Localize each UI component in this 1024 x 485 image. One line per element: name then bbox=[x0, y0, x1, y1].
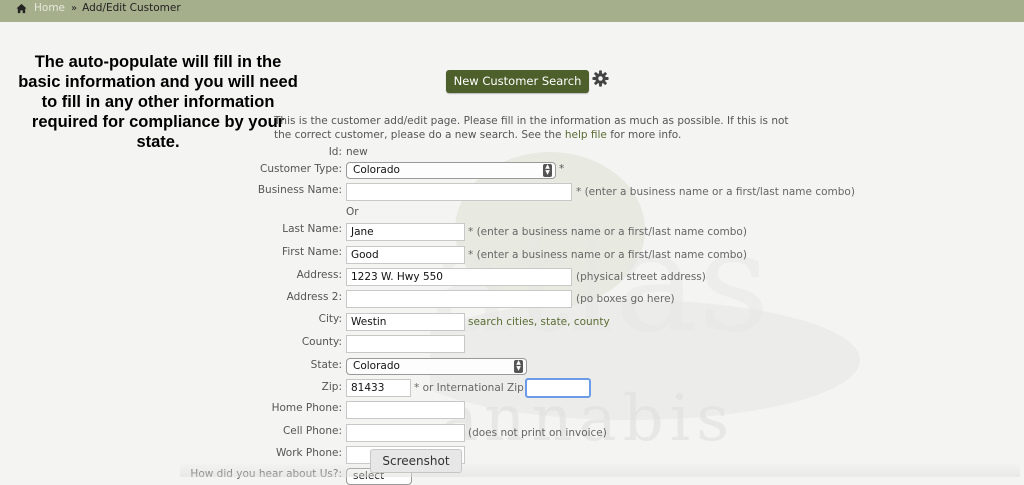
or-text: Or bbox=[346, 206, 359, 218]
business-name-hint: * (enter a business name or a first/last… bbox=[576, 186, 855, 198]
help-file-link[interactable]: help file bbox=[565, 129, 607, 141]
home-icon[interactable] bbox=[16, 3, 27, 14]
city-label: City: bbox=[318, 313, 342, 325]
first-name-hint: * (enter a business name or a first/last… bbox=[468, 249, 747, 261]
city-input[interactable]: Westin bbox=[346, 313, 465, 331]
search-cities-link[interactable]: search cities, state, county bbox=[468, 316, 610, 328]
address2-hint: (po boxes go here) bbox=[576, 293, 675, 305]
annotation-text: The auto-populate will fill in the basic… bbox=[18, 53, 298, 151]
state-select[interactable]: Colorado ▲ ▼ bbox=[346, 358, 527, 375]
breadcrumb-current: Add/Edit Customer bbox=[82, 2, 181, 14]
new-customer-search-button[interactable]: New Customer Search bbox=[446, 70, 589, 93]
select-arrows-icon: ▲ ▼ bbox=[514, 360, 523, 373]
address-input[interactable]: 1223 W. Hwy 550 bbox=[346, 268, 572, 286]
id-value: new bbox=[346, 146, 368, 158]
customer-type-select[interactable]: Colorado ▲ ▼ bbox=[346, 162, 556, 179]
customer-type-label: Customer Type: bbox=[260, 163, 342, 175]
select-arrows-icon: ▲ ▼ bbox=[543, 164, 552, 177]
last-name-input[interactable]: Jane bbox=[346, 223, 465, 241]
address-hint: (physical street address) bbox=[576, 271, 706, 283]
work-phone-label: Work Phone: bbox=[276, 447, 342, 459]
breadcrumb-separator-icon: » bbox=[71, 2, 78, 14]
customer-type-required: * bbox=[559, 163, 565, 175]
business-name-input[interactable] bbox=[346, 183, 572, 201]
home-phone-input[interactable] bbox=[346, 401, 465, 419]
county-label: County: bbox=[301, 336, 342, 348]
zip-input[interactable]: 81433 bbox=[346, 379, 411, 397]
cell-phone-input[interactable] bbox=[346, 424, 465, 442]
top-bar: Home » Add/Edit Customer bbox=[0, 0, 1024, 22]
bottom-shadow bbox=[180, 462, 1020, 477]
screenshot-tooltip: Screenshot bbox=[370, 449, 462, 473]
last-name-hint: * (enter a business name or a first/last… bbox=[468, 226, 747, 238]
business-name-label: Business Name: bbox=[257, 184, 342, 196]
last-name-label: Last Name: bbox=[282, 223, 342, 235]
state-label: State: bbox=[310, 359, 342, 371]
intro-text: This is the customer add/edit page. Plea… bbox=[274, 115, 789, 141]
intl-zip-label: * or International Zip: bbox=[414, 382, 528, 394]
breadcrumb: Home » Add/Edit Customer bbox=[16, 2, 181, 14]
address-label: Address: bbox=[296, 269, 342, 281]
id-label: Id: bbox=[328, 146, 342, 158]
cell-phone-hint: (does not print on invoice) bbox=[468, 427, 607, 439]
breadcrumb-home-link[interactable]: Home bbox=[34, 2, 65, 14]
cell-phone-label: Cell Phone: bbox=[282, 425, 342, 437]
address2-input[interactable] bbox=[346, 290, 572, 308]
home-phone-label: Home Phone: bbox=[271, 402, 342, 414]
first-name-input[interactable]: Good bbox=[346, 246, 465, 264]
first-name-label: First Name: bbox=[282, 246, 342, 258]
gear-icon[interactable] bbox=[592, 70, 609, 87]
zip-label: Zip: bbox=[321, 381, 342, 393]
county-input[interactable] bbox=[346, 335, 465, 353]
intl-zip-input[interactable] bbox=[525, 378, 591, 398]
address2-label: Address 2: bbox=[286, 291, 342, 303]
